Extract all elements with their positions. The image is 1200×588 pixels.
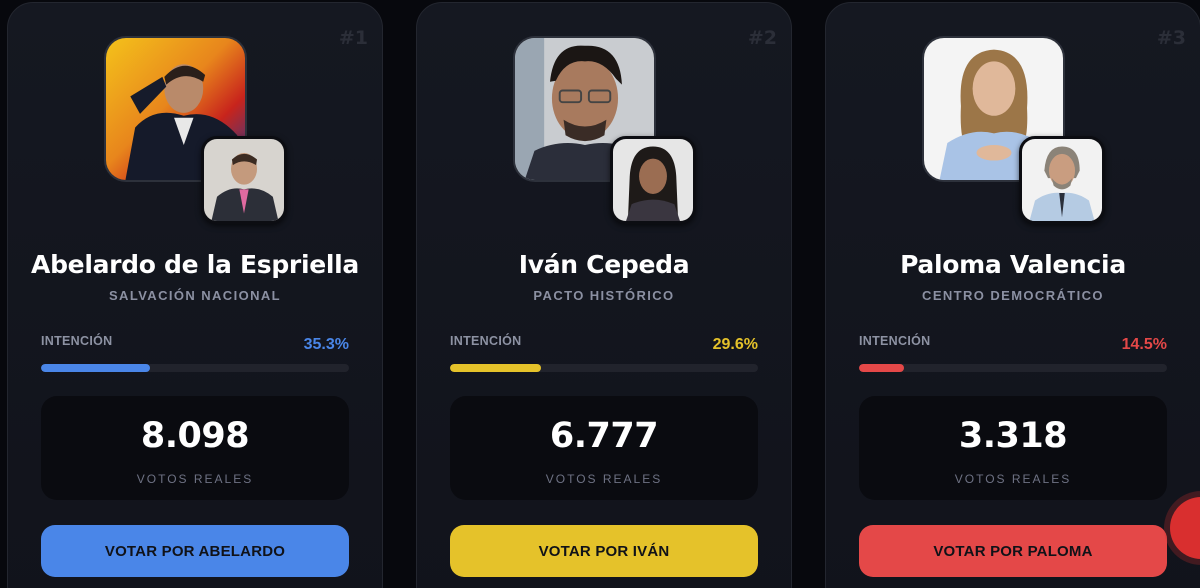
intention-bar-fill <box>450 364 542 372</box>
intention-bar-fill <box>41 364 150 372</box>
candidate-card-3: #3 Paloma Valencia CENTRO DEMOCRÁTICO IN… <box>825 2 1200 588</box>
rank-badge: #3 <box>1156 27 1186 49</box>
vote-ivan-button[interactable]: VOTAR POR IVÁN <box>450 525 758 577</box>
intention-label: INTENCIÓN <box>450 334 522 348</box>
vote-paloma-button[interactable]: VOTAR POR PALOMA <box>859 525 1167 577</box>
votes-count: 8.098 <box>140 416 250 456</box>
running-mate-photo <box>201 136 287 224</box>
intention-bar <box>859 364 1167 372</box>
candidate-party: PACTO HISTÓRICO <box>533 288 675 303</box>
intention-percentage: 35.3% <box>303 336 349 353</box>
votes-label: VOTOS REALES <box>545 472 663 486</box>
votes-box: 8.098 VOTOS REALES <box>41 396 349 500</box>
votes-label: VOTOS REALES <box>136 472 254 486</box>
rank-badge: #2 <box>747 27 777 49</box>
intention-percentage: 14.5% <box>1121 336 1167 353</box>
intention-label: INTENCIÓN <box>859 334 931 348</box>
votes-count: 3.318 <box>958 416 1068 456</box>
candidate-card-1: #1 Abelardo de la Espriella SALVACIÓN NA… <box>7 2 383 588</box>
candidate-party: CENTRO DEMOCRÁTICO <box>922 288 1104 303</box>
candidate-name: Iván Cepeda <box>518 250 690 279</box>
candidates-grid: #1 Abelardo de la Espriella SALVACIÓN NA… <box>0 0 1200 588</box>
rank-badge: #1 <box>338 27 368 49</box>
intention-label: INTENCIÓN <box>41 334 113 348</box>
intention-bar <box>450 364 758 372</box>
running-mate-photo <box>610 136 696 224</box>
intention-percentage: 29.6% <box>712 336 758 353</box>
votes-box: 3.318 VOTOS REALES <box>859 396 1167 500</box>
votes-label: VOTOS REALES <box>954 472 1072 486</box>
votes-count: 6.777 <box>549 416 659 456</box>
vote-abelardo-button[interactable]: VOTAR POR ABELARDO <box>41 525 349 577</box>
running-mate-photo <box>1019 136 1105 224</box>
candidate-party: SALVACIÓN NACIONAL <box>108 288 282 303</box>
candidate-card-2: #2 Iván Cepeda PACTO HISTÓRICO INTENCIÓN… <box>416 2 792 588</box>
intention-bar <box>41 364 349 372</box>
votes-box: 6.777 VOTOS REALES <box>450 396 758 500</box>
intention-bar-fill <box>859 364 904 372</box>
candidate-name: Abelardo de la Espriella <box>31 250 359 279</box>
candidate-name: Paloma Valencia <box>900 250 1126 279</box>
